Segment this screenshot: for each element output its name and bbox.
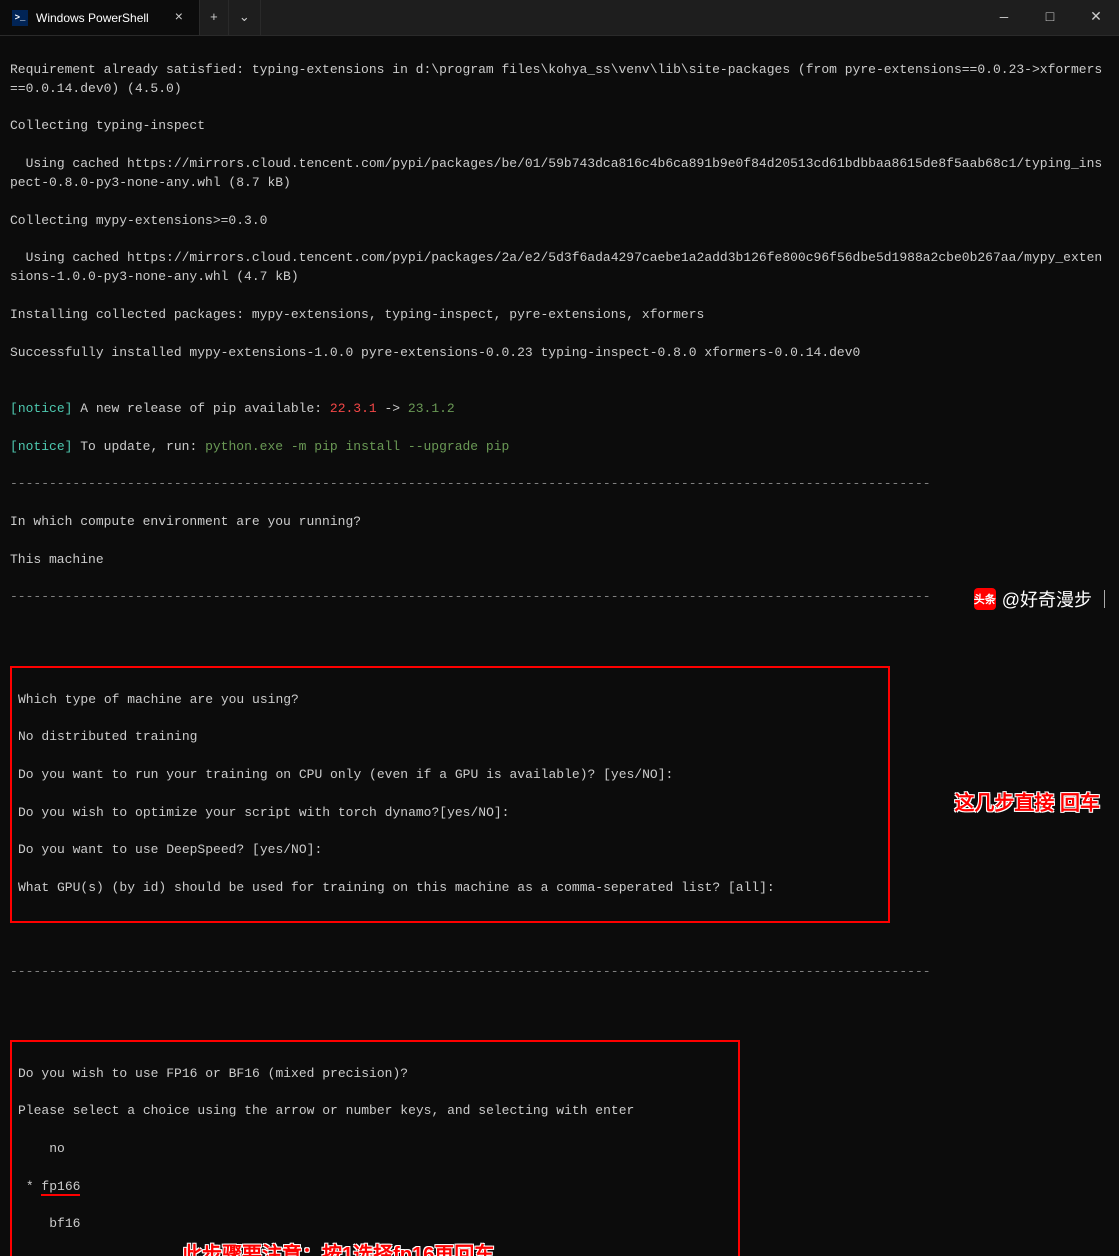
minimize-button[interactable]: — <box>981 0 1027 35</box>
prompt-line: Please select a choice using the arrow o… <box>18 1102 732 1121</box>
output-line: Using cached https://mirrors.cloud.tence… <box>10 249 1109 287</box>
annotation-text-right: 这几步直接 回车 <box>954 789 1100 818</box>
notice-line: [notice] A new release of pip available:… <box>10 400 1109 419</box>
annotation-box-2: Do you wish to use FP16 or BF16 (mixed p… <box>10 1040 740 1256</box>
choice-option-selected: * fp166 <box>18 1178 732 1197</box>
watermark-handle: @好奇漫步 <box>1002 586 1092 612</box>
output-line: Collecting typing-inspect <box>10 117 1109 136</box>
output-line: Requirement already satisfied: typing-ex… <box>10 61 1109 99</box>
prompt-line: Do you wish to use FP16 or BF16 (mixed p… <box>18 1065 732 1084</box>
maximize-button[interactable]: □ <box>1027 0 1073 35</box>
prompt-line: What GPU(s) (by id) should be used for t… <box>18 879 882 898</box>
tab-close-button[interactable]: × <box>171 10 187 26</box>
prompt-line: Do you want to use DeepSpeed? [yes/NO]: <box>18 841 882 860</box>
titlebar: >_ Windows PowerShell × + ⌄ — □ ✕ <box>0 0 1119 36</box>
powershell-icon: >_ <box>12 10 28 26</box>
terminal-output[interactable]: Requirement already satisfied: typing-ex… <box>0 36 1119 1256</box>
prompt-line: Do you want to run your training on CPU … <box>18 766 882 785</box>
prompt-line: Do you wish to optimize your script with… <box>18 804 882 823</box>
watermark: 头条 @好奇漫步 <box>974 586 1105 612</box>
prompt-answer: This machine <box>10 551 1109 570</box>
close-button[interactable]: ✕ <box>1073 0 1119 35</box>
notice-line: [notice] To update, run: python.exe -m p… <box>10 438 1109 457</box>
tab-dropdown-button[interactable]: ⌄ <box>229 0 261 35</box>
output-line: Using cached https://mirrors.cloud.tence… <box>10 155 1109 193</box>
output-line: Successfully installed mypy-extensions-1… <box>10 344 1109 363</box>
prompt-answer: No distributed training <box>18 728 882 747</box>
tab-title: Windows PowerShell <box>36 11 149 25</box>
choice-option: bf16 <box>18 1215 732 1234</box>
titlebar-drag-area[interactable] <box>261 0 981 35</box>
separator-line: ----------------------------------------… <box>10 588 1109 607</box>
prompt-line: In which compute environment are you run… <box>10 513 1109 532</box>
new-tab-button[interactable]: + <box>200 0 229 35</box>
tab-powershell[interactable]: >_ Windows PowerShell × <box>0 0 200 35</box>
output-line: Installing collected packages: mypy-exte… <box>10 306 1109 325</box>
window-controls: — □ ✕ <box>981 0 1119 35</box>
annotation-text-inline: 此步骤要注意：按1选择fp16再回车 <box>182 1241 494 1256</box>
annotation-box-1: Which type of machine are you using? No … <box>10 666 890 923</box>
choice-option: no <box>18 1140 732 1159</box>
watermark-divider <box>1104 590 1105 608</box>
watermark-logo-icon: 头条 <box>974 588 996 610</box>
separator-line: ----------------------------------------… <box>10 963 1109 982</box>
output-line: Collecting mypy-extensions>=0.3.0 <box>10 212 1109 231</box>
prompt-line: Which type of machine are you using? <box>18 691 882 710</box>
separator-line: ----------------------------------------… <box>10 475 1109 494</box>
